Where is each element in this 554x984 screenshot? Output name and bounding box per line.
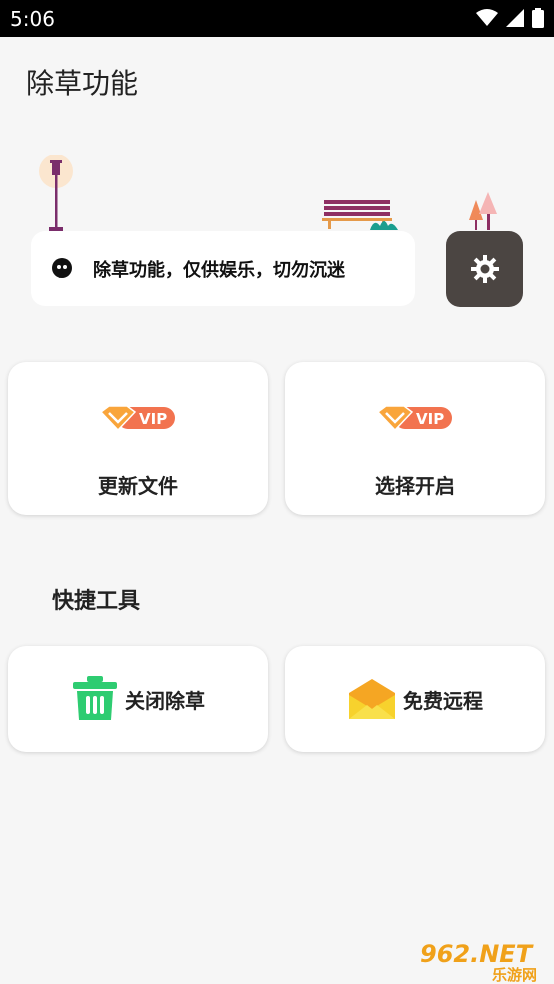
trash-icon bbox=[73, 676, 117, 720]
svg-text:乐游网: 乐游网 bbox=[492, 966, 537, 982]
status-time: 5:06 bbox=[10, 7, 55, 31]
trees-icon bbox=[469, 192, 497, 230]
update-file-label: 更新文件 bbox=[98, 474, 178, 498]
status-bar: 5:06 bbox=[0, 0, 554, 37]
signal-icon bbox=[506, 9, 524, 27]
notice-banner: 除草功能，仅供娱乐，切勿沉迷 bbox=[31, 231, 415, 306]
system-icons bbox=[476, 8, 544, 28]
watermark-logo: 962.NET 乐游网 bbox=[420, 940, 537, 982]
section-title: 快捷工具 bbox=[52, 589, 141, 614]
vip-badge-text: VIP bbox=[416, 410, 444, 428]
battery-icon bbox=[532, 8, 544, 28]
svg-text:962.NET: 962.NET bbox=[420, 940, 534, 968]
vip-badge-icon: VIP bbox=[99, 405, 175, 432]
settings-button[interactable] bbox=[446, 231, 523, 307]
update-file-card[interactable]: VIP 更新文件 bbox=[8, 362, 268, 515]
street-lamp-icon bbox=[39, 155, 73, 231]
wifi-icon bbox=[476, 9, 498, 26]
select-enable-card[interactable]: VIP 选择开启 bbox=[285, 362, 545, 515]
close-weeding-label: 关闭除草 bbox=[125, 688, 205, 713]
vip-badge-icon: VIP bbox=[376, 405, 452, 432]
close-weeding-button[interactable]: 关闭除草 bbox=[8, 646, 268, 752]
notice-text: 除草功能，仅供娱乐，切勿沉迷 bbox=[93, 259, 345, 281]
gear-icon bbox=[470, 255, 499, 283]
free-remote-label: 免费远程 bbox=[403, 688, 483, 713]
vip-badge-text: VIP bbox=[139, 410, 167, 428]
free-remote-button[interactable]: 免费远程 bbox=[285, 646, 545, 752]
park-bench-icon bbox=[322, 200, 398, 230]
select-enable-label: 选择开启 bbox=[375, 474, 455, 498]
page-title: 除草功能 bbox=[26, 67, 139, 100]
envelope-icon bbox=[349, 679, 395, 719]
quote-bubble-icon bbox=[52, 257, 72, 278]
